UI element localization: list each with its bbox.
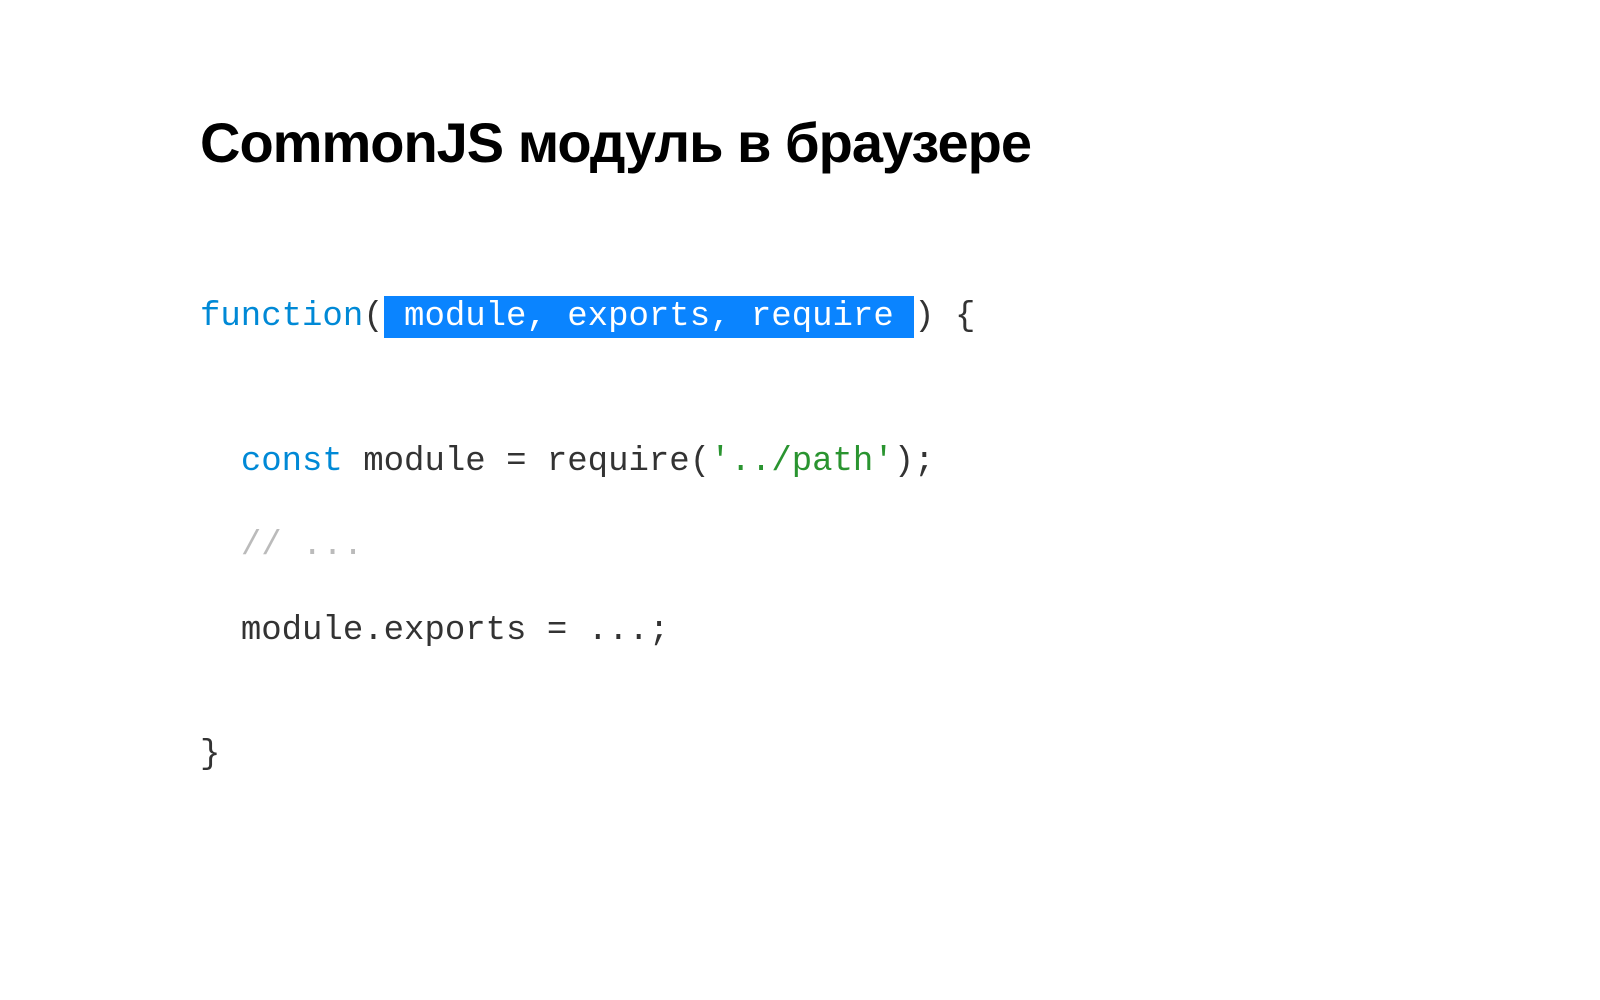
keyword-function: function <box>200 298 363 336</box>
code-line-3: // ... <box>200 514 1400 579</box>
code-line-5: } <box>200 723 1400 788</box>
assign-text: module = require( <box>343 443 710 481</box>
code-block: function( module, exports, require ) { c… <box>200 285 1400 788</box>
comment: // ... <box>241 527 363 565</box>
code-line-1: function( module, exports, require ) { <box>200 285 1400 350</box>
indent <box>200 612 241 650</box>
paren-open: ( <box>363 298 383 336</box>
slide-title: CommonJS модуль в браузере <box>200 110 1400 175</box>
code-line-4: module.exports = ...; <box>200 599 1400 664</box>
paren-close-brace: ) { <box>914 298 975 336</box>
closing-brace: } <box>200 736 220 774</box>
keyword-const: const <box>241 443 343 481</box>
module-exports: module.exports = ...; <box>241 612 669 650</box>
code-line-2: const module = require('../path'); <box>200 430 1400 495</box>
close-paren-semi: ); <box>894 443 935 481</box>
indent <box>200 527 241 565</box>
indent <box>200 443 241 481</box>
string-literal: '../path' <box>710 443 894 481</box>
highlighted-params: module, exports, require <box>384 296 915 338</box>
